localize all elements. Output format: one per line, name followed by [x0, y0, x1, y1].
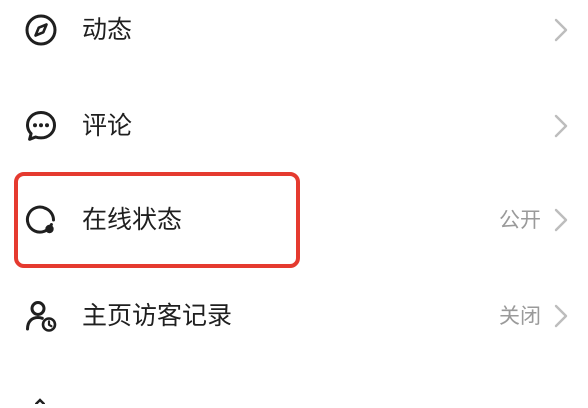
settings-row-comments[interactable]: 评论	[0, 78, 588, 174]
compass-icon	[24, 13, 58, 47]
settings-row-label: 在线状态	[82, 205, 183, 234]
settings-row-profile-visitors[interactable]: 主页访客记录 关闭	[0, 268, 588, 364]
next-row-icon	[34, 389, 46, 406]
chevron-right-icon	[552, 207, 570, 233]
settings-row-value: 公开	[499, 208, 541, 232]
chevron-right-icon	[552, 113, 570, 139]
chevron-right-icon	[552, 303, 570, 329]
online-status-icon	[24, 203, 58, 237]
settings-row-moments[interactable]: 动态	[0, 0, 588, 78]
settings-row-online-status[interactable]: 在线状态 公开	[0, 172, 588, 268]
visitor-clock-icon	[24, 299, 58, 333]
chat-bubble-icon	[24, 109, 58, 143]
settings-row-value: 关闭	[499, 304, 541, 328]
chevron-right-icon	[552, 17, 570, 43]
settings-row-label: 动态	[82, 15, 133, 44]
settings-row-label: 评论	[82, 111, 133, 140]
privacy-settings-list: 动态 评论 在线状态 公开 主页访客记录 关闭	[0, 0, 588, 406]
settings-row-label: 主页访客记录	[82, 301, 233, 330]
